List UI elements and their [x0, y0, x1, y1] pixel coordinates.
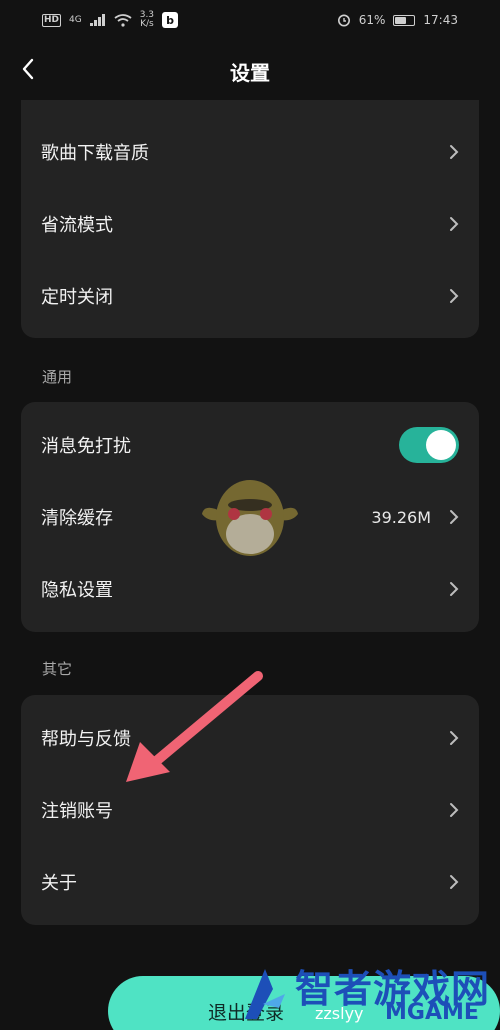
network-type: 4G [69, 15, 82, 25]
settings-item-label: 隐私设置 [41, 580, 113, 601]
app-notification-icon: b [162, 12, 179, 28]
clock: 17:43 [423, 13, 458, 27]
page-title: 设置 [230, 60, 270, 85]
chevron-left-icon [22, 58, 34, 80]
settings-item-label: 省流模式 [41, 215, 113, 236]
chevron-right-icon [450, 731, 459, 745]
section-title-other: 其它 [42, 660, 73, 678]
battery-level [395, 16, 407, 24]
nav-bar: 设置 [0, 40, 500, 102]
settings-item-privacy[interactable]: 隐私设置 [21, 553, 479, 625]
battery-icon [393, 14, 416, 26]
battery-percent: 61% [358, 13, 386, 27]
watermark-brand: MGAME [385, 1000, 479, 1025]
status-bar-right: 61% 17:43 [337, 13, 458, 27]
chevron-right-icon [450, 217, 459, 231]
settings-item-label: 消息免打扰 [41, 436, 131, 457]
settings-item-data-saver[interactable]: 省流模式 [21, 188, 479, 260]
site-watermark: 智者游戏网 zzslyy MGAME [235, 958, 500, 1030]
settings-item-sleep-timer[interactable]: 定时关闭 [21, 260, 479, 332]
chevron-right-icon [450, 289, 459, 303]
annotation-arrow-icon [126, 671, 263, 782]
cache-size-value: 39.26M [371, 507, 431, 527]
network-speed: 3.3 K/s [140, 11, 154, 29]
settings-item-download-quality[interactable]: 歌曲下载音质 [21, 116, 479, 188]
do-not-disturb-toggle[interactable] [399, 427, 459, 463]
watermark-logo-icon [245, 969, 285, 1019]
settings-item-label: 注销账号 [41, 801, 113, 822]
settings-item-label: 关于 [41, 873, 77, 894]
settings-item-label: 定时关闭 [41, 287, 113, 308]
settings-item-about[interactable]: 关于 [21, 846, 479, 918]
signal-icon [89, 14, 105, 26]
speed-unit: K/s [140, 19, 154, 29]
back-button[interactable] [14, 54, 44, 84]
chevron-right-icon [450, 145, 459, 159]
alarm-icon [337, 14, 350, 27]
chevron-right-icon [450, 582, 459, 596]
wifi-icon [114, 13, 132, 27]
section-title-general: 通用 [42, 368, 73, 386]
settings-item-label: 歌曲下载音质 [41, 143, 149, 164]
playback-settings-card: 歌曲下载音质 省流模式 定时关闭 [21, 100, 479, 338]
watermark-domain: zzslyy [315, 1004, 364, 1023]
chevron-right-icon [450, 510, 459, 524]
status-bar-left: HD 4G 3.3 K/s b [42, 11, 179, 29]
hd-badge: HD [42, 13, 62, 27]
mascot-watermark-icon [202, 480, 298, 556]
chevron-right-icon [450, 875, 459, 889]
toggle-knob [426, 430, 456, 460]
chevron-right-icon [450, 803, 459, 817]
status-bar: HD 4G 3.3 K/s b 61% 17:43 [0, 0, 500, 40]
